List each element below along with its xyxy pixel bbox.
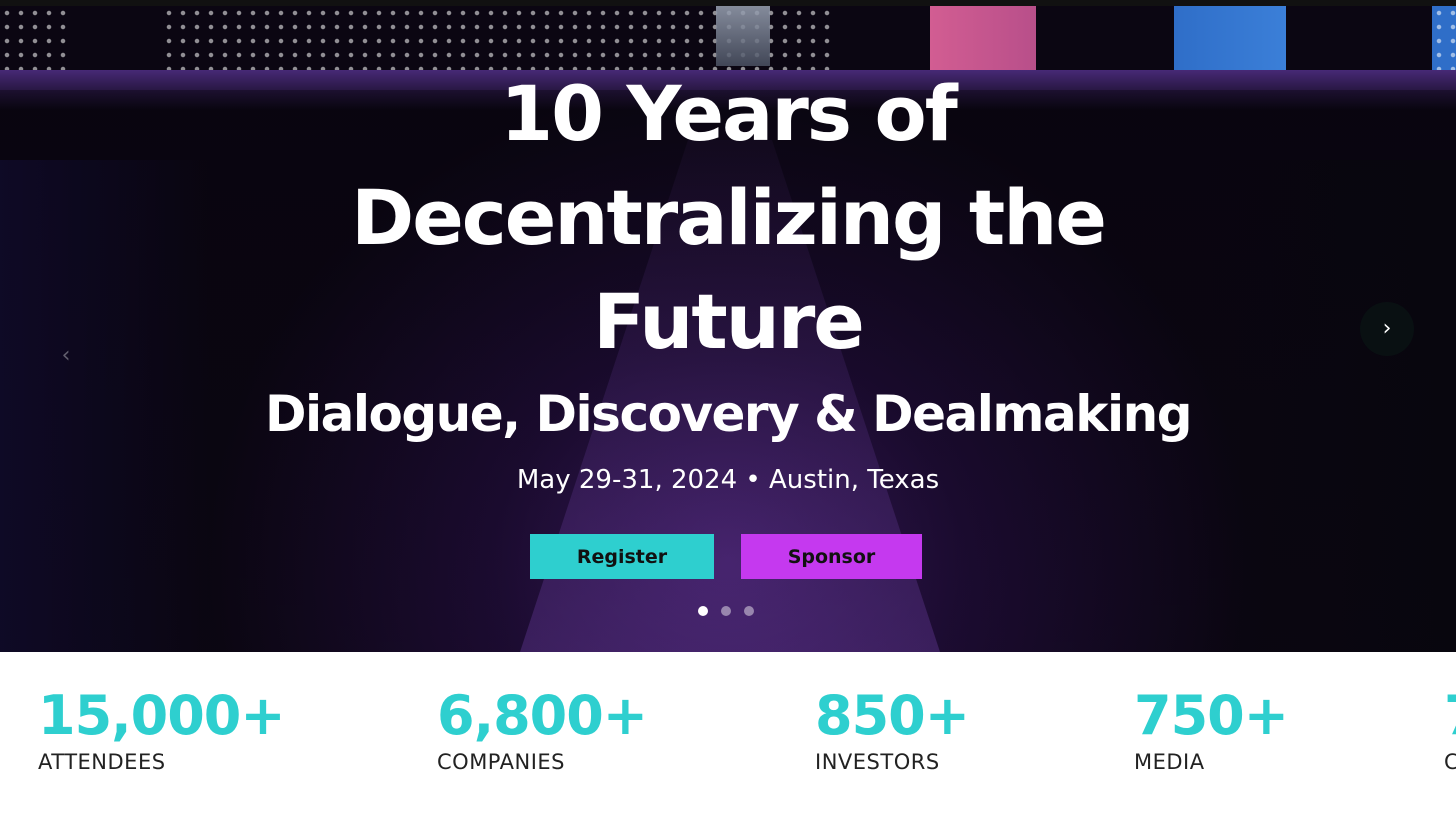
stat-companies: 6,800+ COMPANIES [437, 684, 648, 776]
stat-investors: 850+ INVESTORS [815, 684, 970, 776]
hero-headline: 10 Years of Decentralizing the Future [351, 69, 1107, 366]
event-dateline: May 29-31, 2024 • Austin, Texas [516, 465, 940, 495]
register-button[interactable]: Register [530, 534, 714, 579]
chevron-right-icon[interactable]: › [1360, 302, 1414, 356]
stage-podium [716, 6, 770, 66]
carousel-dot[interactable] [698, 606, 708, 616]
hero-subheadline: Dialogue, Discovery & Dealmaking [264, 385, 1193, 443]
stat-value: 7 [1444, 686, 1456, 746]
hero-banner: 10 Years of Decentralizing the Future Di… [0, 0, 1456, 652]
stat-value: 850+ [815, 684, 970, 747]
stat-media: 750+ MEDIA [1134, 684, 1289, 776]
stat-value: 6,800+ [437, 684, 648, 747]
stat-label: C [1444, 750, 1456, 774]
stage-screen [1174, 6, 1286, 70]
stat-attendees: 15,000+ ATTENDEES [38, 684, 286, 776]
stat-partial: 7 C [1444, 686, 1456, 776]
chevron-left-icon[interactable]: ‹ [54, 340, 78, 372]
stage-screen [1432, 6, 1456, 70]
carousel-dot[interactable] [721, 606, 731, 616]
stage-screen [0, 6, 66, 70]
stat-label: INVESTORS [815, 750, 940, 774]
carousel-dots [698, 606, 754, 618]
stat-label: COMPANIES [437, 750, 565, 774]
sponsor-button[interactable]: Sponsor [741, 534, 922, 579]
stats-bar: 15,000+ ATTENDEES 6,800+ COMPANIES 850+ … [0, 652, 1456, 826]
stat-label: ATTENDEES [38, 750, 166, 774]
stage-screen [930, 6, 1036, 70]
stat-label: MEDIA [1134, 750, 1205, 774]
stat-value: 750+ [1134, 684, 1289, 747]
carousel-dot[interactable] [744, 606, 754, 616]
stat-value: 15,000+ [38, 684, 286, 747]
